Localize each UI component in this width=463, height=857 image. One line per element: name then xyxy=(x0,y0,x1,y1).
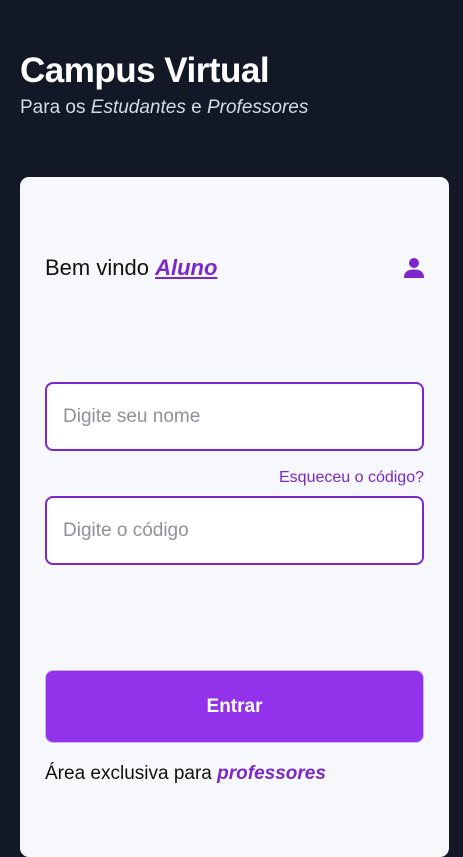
app-subtitle: Para os Estudantes e Professores xyxy=(20,96,308,120)
user-icon xyxy=(403,257,425,279)
subtitle-students: Estudantes xyxy=(90,97,186,118)
header: Campus Virtual Para os Estudantes e Prof… xyxy=(20,50,308,120)
submit-button[interactable]: Entrar xyxy=(45,670,424,743)
subtitle-teachers: Professores xyxy=(206,97,309,118)
login-card: Bem vindo Aluno Esqueceu o código? Entra… xyxy=(20,177,449,857)
footer-prefix: Área exclusiva para xyxy=(45,763,218,784)
welcome-row: Bem vindo Aluno xyxy=(45,255,425,281)
welcome-prefix: Bem vindo xyxy=(45,255,156,280)
role-toggle-link[interactable]: Aluno xyxy=(155,255,217,280)
name-input[interactable] xyxy=(45,382,424,451)
subtitle-prefix: Para os xyxy=(20,97,91,118)
professors-link[interactable]: professores xyxy=(217,763,326,784)
footer-text: Área exclusiva para professores xyxy=(45,763,326,785)
welcome-text: Bem vindo Aluno xyxy=(45,255,217,281)
forgot-code-link[interactable]: Esqueceu o código? xyxy=(279,469,424,487)
subtitle-and: e xyxy=(185,97,207,118)
app-title: Campus Virtual xyxy=(20,51,270,90)
code-input[interactable] xyxy=(45,496,424,565)
